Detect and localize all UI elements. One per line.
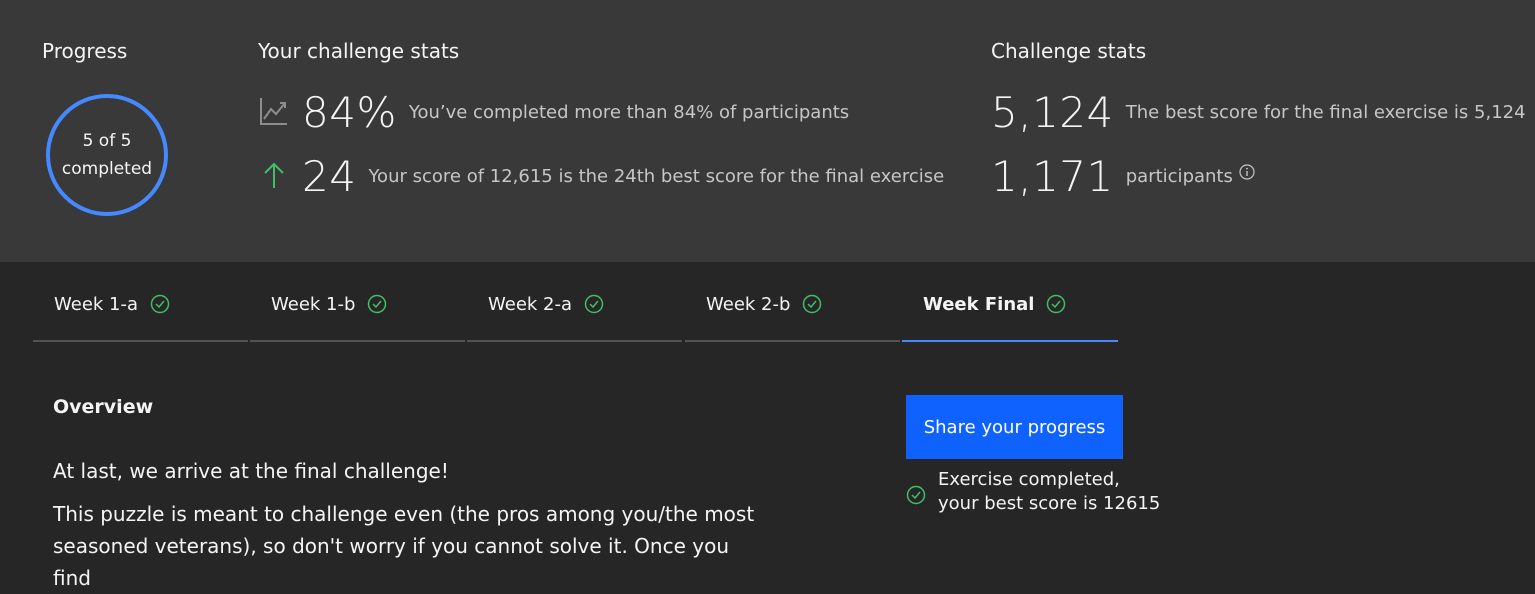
week-tabs: Week 1-a Week 1-b Week 2-a Week 2-b Week… <box>33 268 1118 342</box>
tab-label: Week 1-a <box>54 293 139 315</box>
check-circle-icon <box>803 294 822 314</box>
progress-ring: 5 of 5 completed <box>46 94 168 216</box>
trend-chart-icon <box>258 95 290 131</box>
check-circle-icon <box>368 294 387 314</box>
participants-desc: participants <box>1125 166 1233 187</box>
percentile-value: 84% <box>302 88 397 137</box>
share-progress-button[interactable]: Share your progress <box>906 395 1123 459</box>
status-line1: Exercise completed, <box>938 469 1120 490</box>
status-line2: your best score is 12615 <box>938 493 1161 514</box>
tab-label: Week 2-a <box>488 293 573 315</box>
participants-value: 1,171 <box>991 152 1114 201</box>
progress-ring-line2: completed <box>61 159 153 179</box>
tab-label: Week Final <box>923 293 1035 315</box>
participants-stat: 1,171 participants <box>991 152 1255 201</box>
check-circle-icon <box>584 294 604 314</box>
your-stats-title: Your challenge stats <box>258 39 460 63</box>
info-icon[interactable] <box>1239 163 1255 184</box>
percentile-desc: You’ve completed more than 84% of partic… <box>408 102 850 123</box>
progress-title: Progress <box>42 39 128 63</box>
progress-ring-line1: 5 of 5 <box>82 131 132 151</box>
tab-week-final[interactable]: Week Final <box>902 268 1118 342</box>
best-score-value: 5,124 <box>991 88 1114 137</box>
tab-week-2a[interactable]: Week 2-a <box>467 268 682 342</box>
tab-week-1b[interactable]: Week 1-b <box>250 268 465 342</box>
rank-value: 24 <box>302 152 357 201</box>
tab-week-2b[interactable]: Week 2-b <box>685 268 900 342</box>
rank-stat: 24 Your score of 12,615 is the 24th best… <box>258 152 944 201</box>
intro-paragraph: At last, we arrive at the final challeng… <box>53 459 449 483</box>
check-circle-icon <box>1047 294 1066 314</box>
description-paragraph: This puzzle is meant to challenge even (… <box>53 502 755 590</box>
check-circle-icon <box>150 294 170 314</box>
check-circle-icon <box>906 485 926 505</box>
tab-week-1a[interactable]: Week 1-a <box>33 268 248 342</box>
best-score-desc: The best score for the final exercise is… <box>1125 102 1526 123</box>
tab-label: Week 1-b <box>271 293 356 315</box>
exercise-status: Exercise completed, your best score is 1… <box>906 468 1160 516</box>
percentile-stat: 84% You’ve completed more than 84% of pa… <box>258 88 849 137</box>
exercise-status-text: Exercise completed, your best score is 1… <box>938 468 1160 516</box>
challenge-stats-title: Challenge stats <box>991 39 1147 63</box>
overview-heading: Overview <box>53 396 154 418</box>
best-score-stat: 5,124 The best score for the final exerc… <box>991 88 1526 137</box>
stats-header: Progress 5 of 5 completed Your challenge… <box>0 0 1535 262</box>
tab-label: Week 2-b <box>706 293 791 315</box>
rank-desc: Your score of 12,615 is the 24th best sc… <box>368 166 945 187</box>
arrow-up-icon <box>258 159 290 195</box>
